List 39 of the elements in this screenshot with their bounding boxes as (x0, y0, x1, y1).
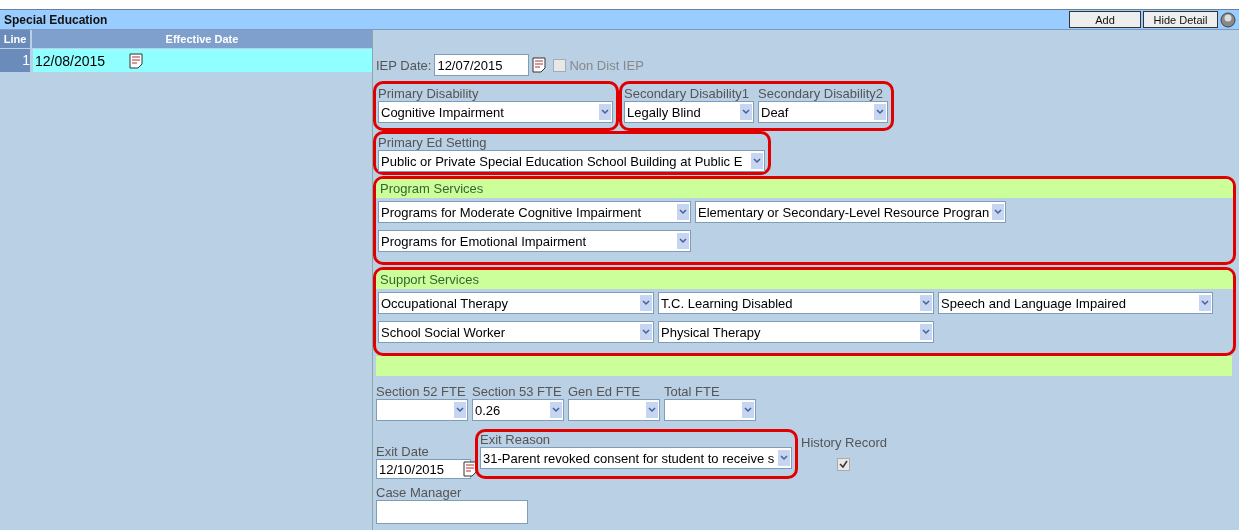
field-label: Exit Date (376, 444, 429, 459)
line-number: 1 (0, 49, 30, 72)
field-label: Primary Ed Setting (378, 135, 487, 150)
date-field[interactable]: 12/07/2015 (434, 54, 530, 76)
toolbar-button[interactable]: Hide Detail (1143, 11, 1218, 28)
dropdown[interactable]: 31-Parent revoked consent for student to receive s (480, 447, 792, 469)
dropdown[interactable]: Programs for Emotional Impairment (378, 230, 691, 252)
column-header: Line (0, 30, 30, 48)
dropdown[interactable]: Public or Private Special Education School Building at Public E (378, 150, 765, 172)
section-header: Program Services (376, 179, 1233, 198)
field-label: Total FTE (664, 384, 720, 399)
field-label: Gen Ed FTE (568, 384, 641, 399)
field-label: Secondary Disability1 (624, 86, 749, 101)
checkbox-label: Non Dist IEP (569, 57, 644, 73)
field-label: Section 53 FTE (472, 384, 562, 399)
dropdown[interactable]: Occupational Therapy (378, 292, 654, 314)
table-row[interactable]: 12/08/2015 (33, 49, 372, 72)
field-label: Exit Reason (480, 432, 551, 447)
dropdown[interactable]: Legally Blind (624, 101, 754, 123)
section-header: Support Services (376, 270, 1233, 289)
dropdown[interactable]: School Social Worker (378, 321, 654, 343)
date-field[interactable]: 12/08/2015 (33, 52, 125, 69)
field-label: Secondary Disability2 (758, 86, 883, 101)
dropdown[interactable]: 0.26 (472, 399, 564, 421)
field-label: Case Manager (376, 485, 462, 500)
field-label: History Record (801, 435, 887, 450)
dropdown[interactable]: Cognitive Impairment (378, 101, 613, 123)
field-label: IEP Date: (376, 57, 432, 73)
field-label: Primary Disability (378, 86, 479, 101)
dropdown[interactable]: Physical Therapy (658, 321, 934, 343)
toolbar-button[interactable]: Add (1069, 11, 1141, 28)
column-header: Effective Date (32, 30, 372, 48)
dropdown[interactable]: Programs for Moderate Cognitive Impairment (378, 201, 691, 223)
dropdown[interactable]: T.C. Learning Disabled (658, 292, 934, 314)
section-title: Special Education (4, 12, 108, 27)
dropdown[interactable]: Elementary or Secondary-Level Resource Progran (695, 201, 1006, 223)
dropdown[interactable]: Speech and Language Impaired (938, 292, 1213, 314)
dropdown[interactable]: Deaf (758, 101, 888, 123)
field-label: Section 52 FTE (376, 384, 466, 399)
